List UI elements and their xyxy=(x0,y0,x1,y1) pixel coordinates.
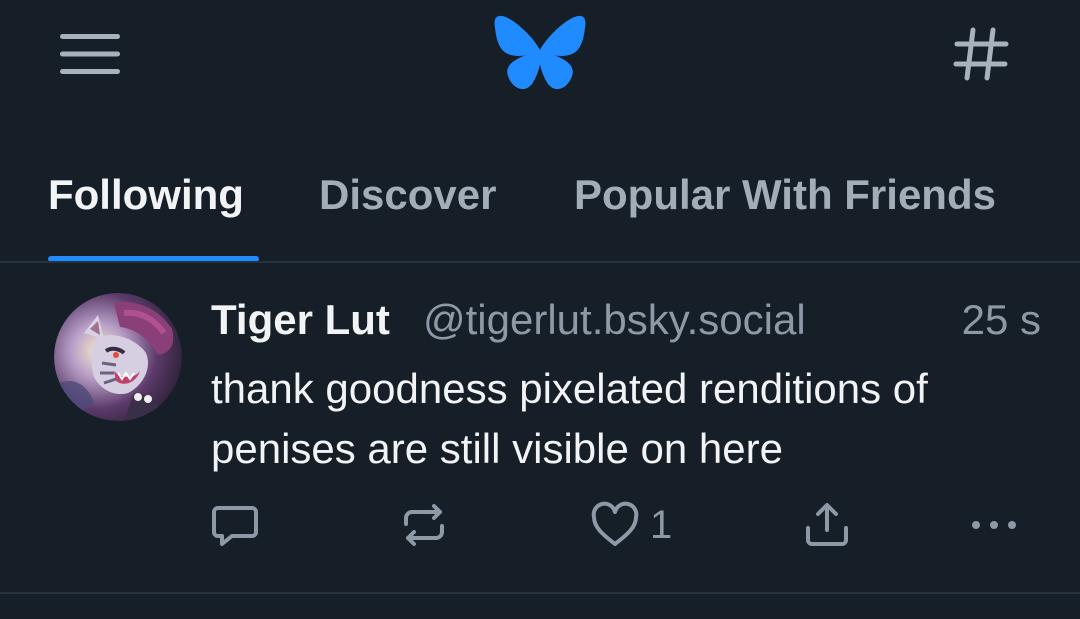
tab-following[interactable]: Following xyxy=(48,140,260,262)
post-text: thank goodness pixelated renditions of p… xyxy=(211,365,928,472)
display-name[interactable]: Tiger Lut xyxy=(211,295,390,345)
avatar[interactable] xyxy=(54,293,182,421)
feed-tabs: Following Discover Popular With Friends xyxy=(0,140,1080,262)
tab-discover[interactable]: Discover xyxy=(319,140,515,262)
heart-icon xyxy=(591,501,639,546)
top-bar xyxy=(0,0,1080,140)
feeds-button[interactable] xyxy=(946,22,1016,86)
more-dots-icon xyxy=(972,521,1016,529)
tab-label: Popular With Friends xyxy=(574,171,996,218)
reply-bubble-icon xyxy=(212,506,258,546)
tab-label: Discover xyxy=(319,171,497,218)
repost-icon xyxy=(404,504,444,546)
share-button[interactable] xyxy=(802,495,852,555)
divider xyxy=(0,592,1080,594)
like-count: 1 xyxy=(650,503,673,547)
hamburger-menu-icon xyxy=(60,34,120,74)
reply-button[interactable] xyxy=(210,495,260,555)
butterfly-logo-icon[interactable] xyxy=(490,10,590,98)
like-button[interactable]: 1 xyxy=(590,495,672,555)
hashtag-icon xyxy=(953,27,1009,81)
more-options-button[interactable] xyxy=(968,495,1020,555)
tab-popular-with-friends[interactable]: Popular With Friends xyxy=(574,140,1036,262)
post-timestamp[interactable]: 25 s xyxy=(962,295,1041,345)
share-icon xyxy=(806,503,848,546)
menu-button[interactable] xyxy=(54,26,126,82)
tab-label: Following xyxy=(48,171,244,218)
feed-post[interactable]: Tiger Lut @tigerlut.bsky.social 25 s tha… xyxy=(0,263,1080,593)
repost-button[interactable] xyxy=(398,495,450,555)
user-handle[interactable]: @tigerlut.bsky.social xyxy=(423,295,806,345)
post-header: Tiger Lut @tigerlut.bsky.social 25 s xyxy=(211,295,1041,351)
